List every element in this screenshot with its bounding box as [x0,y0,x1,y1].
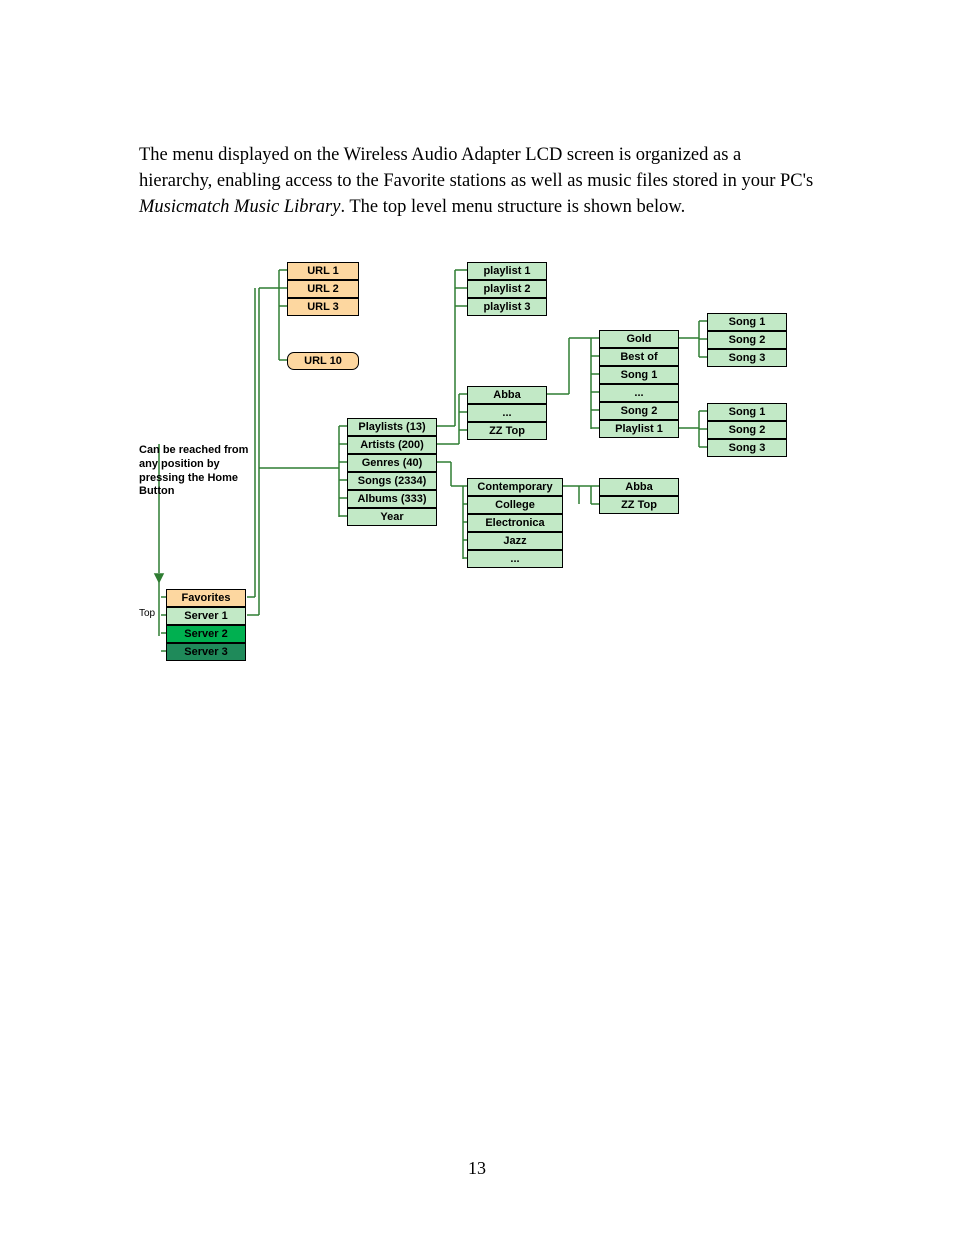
song-box: Song 2 [707,421,787,439]
root-item-server: Server 1 [166,607,246,625]
para-em: Musicmatch Music Library [139,197,340,217]
url-box: URL 2 [287,280,359,298]
root-item-server: Server 3 [166,643,246,661]
menu-hierarchy-diagram: Can be reached from any position by pres… [139,258,819,678]
home-button-note: Can be reached from any position by pres… [139,444,259,499]
genre-box: ... [467,550,563,568]
album-box: Best of [599,348,679,366]
playlist-box: playlist 2 [467,280,547,298]
genre-artist-box: ZZ Top [599,496,679,514]
album-box: ... [599,384,679,402]
para-pre: The menu displayed on the Wireless Audio… [139,145,813,191]
genre-box: College [467,496,563,514]
genre-box: Jazz [467,532,563,550]
album-box: Song 1 [599,366,679,384]
album-box: Playlist 1 [599,420,679,438]
category-box: Genres (40) [347,454,437,472]
category-box: Year [347,508,437,526]
song-box: Song 3 [707,439,787,457]
song-box: Song 1 [707,403,787,421]
root-item-server: Server 2 [166,625,246,643]
page-number: 13 [0,1158,954,1179]
url-box: URL 3 [287,298,359,316]
category-box: Albums (333) [347,490,437,508]
song-box: Song 1 [707,313,787,331]
url-box: URL 1 [287,262,359,280]
album-box: Gold [599,330,679,348]
song-box: Song 3 [707,349,787,367]
category-box: Artists (200) [347,436,437,454]
genre-box: Electronica [467,514,563,532]
song-box: Song 2 [707,331,787,349]
genre-artist-box: Abba [599,478,679,496]
root-item-favorites: Favorites [166,589,246,607]
album-box: Song 2 [599,402,679,420]
artist-box: ZZ Top [467,422,547,440]
genre-box: Contemporary [467,478,563,496]
artist-box: Abba [467,386,547,404]
url-box: URL 10 [287,352,359,370]
category-box: Songs (2334) [347,472,437,490]
artist-box: ... [467,404,547,422]
playlist-box: playlist 1 [467,262,547,280]
intro-paragraph: The menu displayed on the Wireless Audio… [139,143,819,221]
para-post: . The top level menu structure is shown … [340,197,685,217]
playlist-box: playlist 3 [467,298,547,316]
top-label: Top [139,608,155,619]
category-box: Playlists (13) [347,418,437,436]
